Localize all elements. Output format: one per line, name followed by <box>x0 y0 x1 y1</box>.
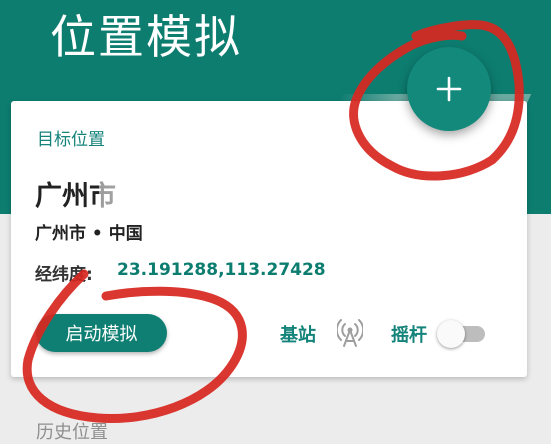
base-station-label[interactable]: 基站 <box>280 321 316 347</box>
address-redaction <box>99 177 395 217</box>
target-location-card: 目标位置 广州市 广州市 • 中国 经纬度: 23.191288,113.274… <box>11 101 527 377</box>
toggle-thumb[interactable] <box>437 320 465 348</box>
antenna-icon[interactable] <box>337 318 363 348</box>
address-block: 广州市 <box>35 177 395 217</box>
history-section-label: 历史位置 <box>36 422 108 443</box>
add-location-button[interactable] <box>407 47 491 131</box>
region-text: 广州市 • 中国 <box>35 224 143 244</box>
page-title: 位置模拟 <box>50 10 242 64</box>
joystick-label[interactable]: 摇杆 <box>391 321 427 347</box>
section-label-target: 目标位置 <box>37 130 105 150</box>
start-simulation-button[interactable]: 启动模拟 <box>36 314 167 352</box>
coordinates-label: 经纬度: <box>35 265 93 285</box>
plus-icon <box>436 76 462 102</box>
joystick-toggle[interactable] <box>437 320 487 348</box>
coordinates-value: 23.191288,113.27428 <box>117 260 326 280</box>
